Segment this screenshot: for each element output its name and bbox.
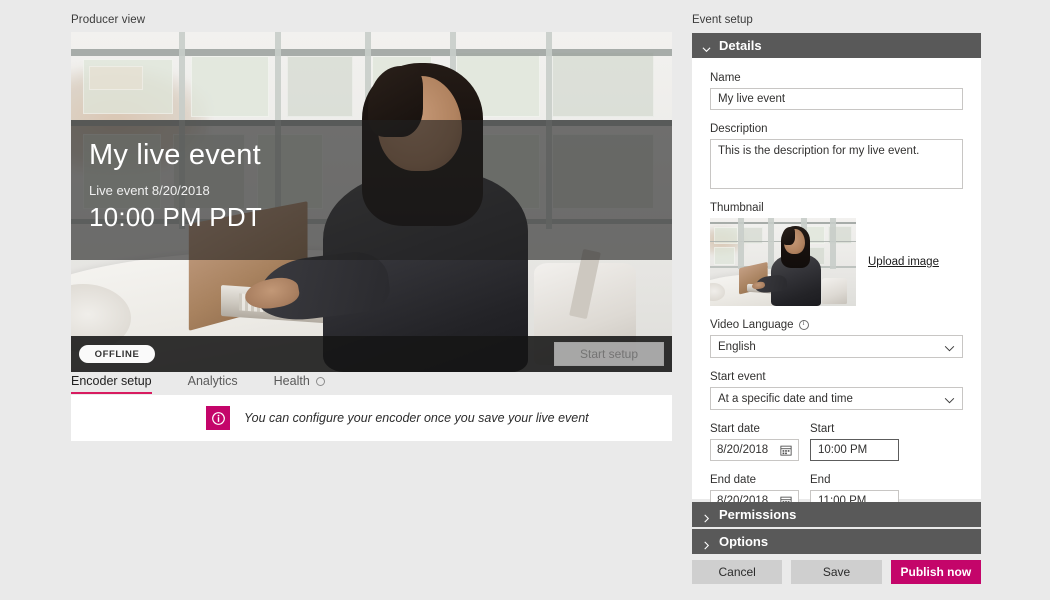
details-panel: Name My live event Description This is t… [692, 58, 981, 512]
status-circle-icon [315, 376, 325, 386]
video-player[interactable]: My live event Live event 8/20/2018 10:00… [71, 32, 672, 372]
event-subtitle: Live event 8/20/2018 [89, 182, 210, 198]
save-button[interactable]: Save [791, 560, 882, 584]
producer-tabs: Encoder setup Analytics Health [71, 372, 672, 394]
video-language-value: English [718, 340, 756, 353]
encoder-notice-card: You can configure your encoder once you … [71, 395, 672, 441]
producer-view-label: Producer view [71, 14, 146, 26]
section-header-details[interactable]: Details [692, 33, 981, 58]
thumbnail-image[interactable] [710, 218, 856, 306]
end-time-label: End [810, 474, 831, 486]
thumbnail-label: Thumbnail [710, 202, 764, 214]
window-pane [287, 55, 354, 117]
info-icon [206, 406, 230, 430]
bag-shape [822, 277, 848, 305]
video-language-select[interactable]: English [710, 335, 963, 358]
tab-health[interactable]: Health [274, 374, 325, 394]
window-pane [191, 55, 270, 117]
tab-encoder-setup[interactable]: Encoder setup [71, 374, 152, 394]
window-mullion [71, 49, 672, 57]
chevron-down-icon [702, 42, 711, 52]
start-date-value: 8/20/2018 [717, 444, 769, 456]
description-input[interactable]: This is the description for my live even… [710, 139, 963, 189]
status-badge: OFFLINE [79, 345, 155, 363]
start-time-input[interactable]: 10:00 PM [810, 439, 899, 461]
chevron-down-icon [944, 343, 955, 352]
publish-now-button[interactable]: Publish now [890, 560, 981, 584]
start-date-label: Start date [710, 423, 760, 435]
start-setup-button[interactable]: Start setup [554, 342, 664, 366]
start-event-label: Start event [710, 371, 766, 383]
window-pane [714, 247, 735, 265]
start-event-select[interactable]: At a specific date and time [710, 387, 963, 410]
chevron-right-icon [702, 538, 710, 549]
name-input[interactable]: My live event [710, 88, 963, 110]
tab-label: Health [273, 374, 310, 388]
end-date-label: End date [710, 474, 757, 486]
player-control-bar: OFFLINE Start setup [71, 336, 672, 372]
chevron-right-icon [702, 511, 710, 522]
window-pane [89, 66, 144, 90]
tab-label: Encoder setup [71, 374, 152, 388]
encoder-notice-text: You can configure your encoder once you … [244, 411, 589, 425]
calendar-icon[interactable] [780, 444, 792, 456]
start-time-label: Start [810, 423, 835, 435]
start-event-value: At a specific date and time [718, 392, 853, 405]
section-header-permissions[interactable]: Permissions [692, 502, 981, 527]
video-language-label: Video Language [710, 318, 963, 331]
start-date-input[interactable]: 8/20/2018 [710, 439, 799, 461]
event-time: 10:00 PM PDT [89, 201, 262, 232]
chevron-down-icon [944, 395, 955, 404]
upload-image-link[interactable]: Upload image [868, 256, 939, 268]
window-frame [829, 218, 836, 270]
event-title: My live event [89, 139, 261, 171]
person-hair-front [782, 226, 796, 246]
window-pane [551, 52, 654, 117]
video-language-label-text: Video Language [710, 319, 794, 331]
cancel-button[interactable]: Cancel [692, 560, 783, 584]
app-root: Producer view My live event Live event 8… [0, 0, 1050, 600]
tab-label: Analytics [187, 374, 238, 388]
footer-actions: Cancel Save Publish now [692, 560, 981, 584]
info-icon[interactable] [798, 318, 809, 330]
title-overlay: My live event Live event 8/20/2018 10:00… [89, 139, 262, 233]
section-title: Options [719, 534, 769, 549]
tab-analytics[interactable]: Analytics [188, 374, 238, 394]
name-label: Name [710, 72, 741, 84]
description-label: Description [710, 123, 768, 135]
section-title: Details [719, 38, 762, 53]
window-frame [737, 218, 744, 270]
event-setup-label: Event setup [692, 14, 753, 26]
section-header-options[interactable]: Options [692, 529, 981, 554]
section-title: Permissions [719, 507, 797, 522]
